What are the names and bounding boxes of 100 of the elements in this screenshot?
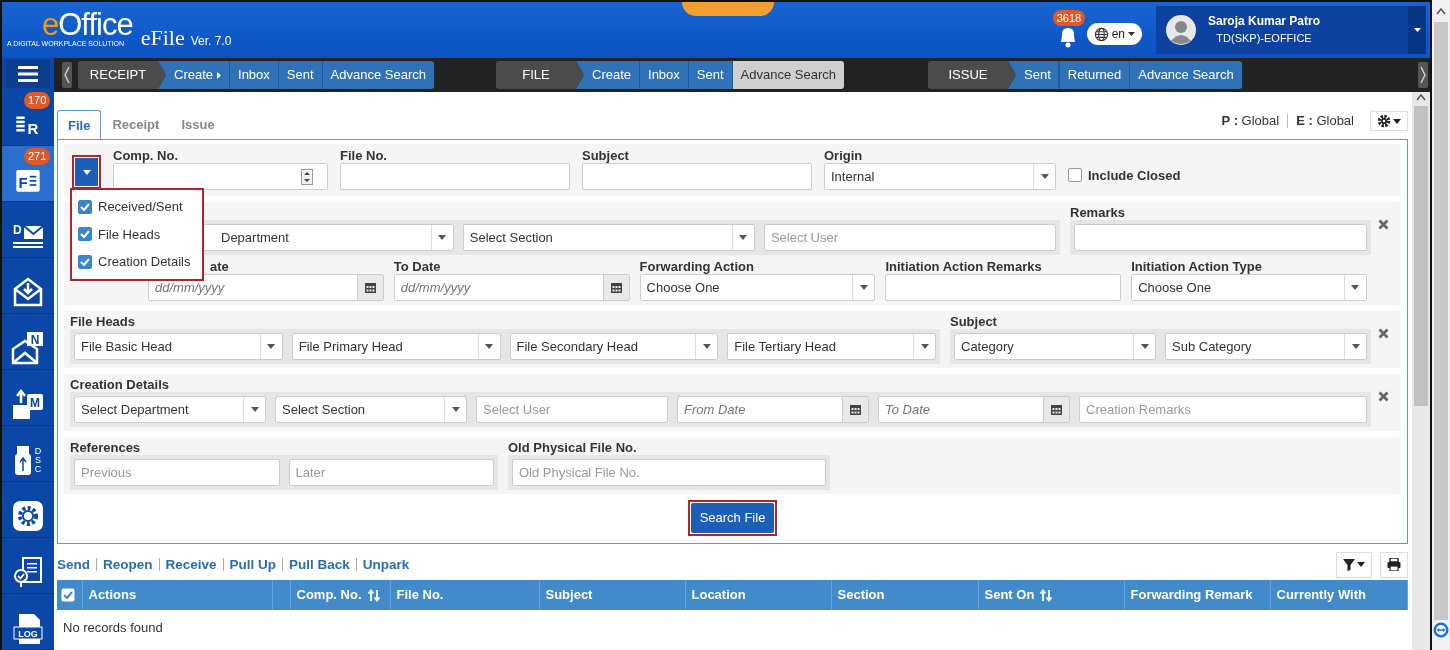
column-header[interactable]: Sent On (978, 579, 1124, 610)
checkbox[interactable] (78, 199, 92, 214)
calendar-icon[interactable] (849, 403, 862, 416)
nav-link[interactable]: Sent (1008, 61, 1059, 89)
nav-link[interactable]: Advance Search (321, 61, 434, 89)
calendar-icon[interactable] (1050, 403, 1063, 416)
input-field[interactable]: Old Physical File No. (512, 459, 826, 486)
date-input[interactable]: dd/mm/yyyy (394, 275, 603, 300)
nav-link[interactable]: Create (158, 61, 230, 89)
date-field[interactable]: dd/mm/yyyy (148, 274, 384, 301)
select-field[interactable]: File Secondary Head (509, 333, 719, 360)
version-label: Ver. 7.0 (190, 33, 232, 50)
select-field[interactable]: File Basic Head (74, 333, 283, 360)
group-label: References (70, 440, 142, 455)
nav-section-title[interactable]: FILE (496, 61, 584, 89)
select-field[interactable]: Select Section (462, 224, 755, 251)
date-field[interactable]: From Date (677, 396, 869, 423)
sort-icon (366, 588, 381, 602)
input-field[interactable] (340, 163, 570, 190)
scrollbar-thumb[interactable] (1414, 106, 1428, 406)
remote-support-icon[interactable] (1433, 622, 1449, 638)
sidebar-item[interactable]: M (2, 370, 54, 426)
scrollbar-thumb[interactable] (1434, 22, 1448, 620)
date-input[interactable]: dd/mm/yyyy (149, 275, 357, 300)
input-field[interactable]: Previous (74, 459, 280, 486)
scroll-right-icon[interactable] (1418, 62, 1428, 88)
sidebar-item[interactable]: D (2, 202, 54, 258)
close-icon[interactable] (1377, 391, 1389, 402)
group-label: Creation Details (70, 377, 170, 392)
number-field[interactable] (113, 163, 328, 190)
input-field[interactable]: Later (288, 459, 494, 486)
menu-item-label[interactable]: File Heads (98, 224, 161, 244)
logo: eOffice (42, 10, 133, 39)
nav-link[interactable]: Inbox (229, 61, 278, 89)
checkbox[interactable] (78, 254, 92, 269)
menu-item-label[interactable]: Creation Details (98, 252, 191, 272)
input-field[interactable]: Select User (763, 224, 1056, 251)
action-link[interactable]: Receive (158, 558, 223, 571)
date-field[interactable]: To Date (878, 396, 1070, 423)
date-field[interactable]: dd/mm/yyyy (393, 274, 630, 301)
nav-link[interactable]: Inbox (639, 61, 688, 89)
select-field[interactable]: Select Department (74, 396, 266, 423)
date-input[interactable]: To Date (879, 397, 1043, 422)
search-button[interactable]: Search File (690, 503, 775, 533)
action-link[interactable]: Unpark (355, 558, 416, 571)
caret-icon[interactable] (1413, 28, 1421, 32)
nav-section-title[interactable]: RECEIPT (78, 61, 166, 89)
column-header[interactable]: Comp. No. (290, 579, 390, 610)
date-input[interactable]: From Date (678, 397, 842, 422)
select-field[interactable]: Choose One (639, 274, 876, 301)
menu-icon[interactable] (18, 66, 38, 82)
sidebar-item[interactable]: N (2, 314, 54, 370)
close-icon[interactable] (1377, 219, 1389, 230)
nav-link[interactable]: Advance Search (1129, 61, 1242, 89)
filter-button[interactable] (1336, 551, 1372, 578)
nav-section-title[interactable]: ISSUE (928, 61, 1016, 89)
sidebar-item[interactable]: DSC (2, 426, 54, 482)
checkbox[interactable] (78, 227, 92, 242)
calendar-icon[interactable] (363, 281, 377, 294)
nav-link[interactable]: Create (576, 61, 640, 89)
checkbox[interactable] (1068, 168, 1082, 183)
tab[interactable]: Issue (170, 108, 226, 139)
nav-link[interactable]: Advance Search (731, 61, 844, 89)
action-link[interactable]: Pull Up (222, 558, 283, 571)
field-label: Origin (824, 148, 864, 163)
nav-link[interactable]: Returned (1058, 61, 1130, 89)
spinner-icon[interactable] (301, 168, 313, 185)
select-field[interactable]: Choose One (1131, 274, 1367, 301)
input-field[interactable] (885, 274, 1122, 301)
settings-button[interactable] (1370, 111, 1408, 131)
input-field[interactable]: Creation Remarks (1079, 396, 1367, 423)
select-field[interactable]: File Tertiary Head (727, 333, 936, 360)
select-field[interactable]: Sub Category (1165, 333, 1367, 360)
nav-link[interactable]: Sent (687, 61, 732, 89)
select-field[interactable]: Category (954, 333, 1156, 360)
input-field[interactable] (1074, 224, 1367, 251)
pull-tab[interactable] (682, 2, 774, 16)
menu-item-label[interactable]: Received/Sent (98, 197, 183, 217)
sidebar-item[interactable]: LOG (2, 594, 54, 650)
select-field[interactable]: Internal (824, 163, 1056, 190)
select-all-checkbox[interactable] (61, 588, 75, 603)
close-icon[interactable] (1377, 328, 1389, 339)
language-selector[interactable]: en (1086, 23, 1142, 45)
group-label: File Heads (70, 314, 137, 329)
sidebar-item[interactable]: F 271 (2, 146, 54, 202)
nav-link[interactable]: Sent (277, 61, 322, 89)
action-link[interactable]: Reopen (96, 558, 159, 571)
select-field[interactable]: File Primary Head (291, 333, 501, 360)
print-button[interactable] (1380, 551, 1408, 578)
scroll-left-icon[interactable] (62, 62, 72, 88)
input-field[interactable]: Select User (476, 396, 668, 423)
action-link[interactable]: Send (57, 558, 96, 571)
user-panel[interactable]: Saroja Kumar Patro TD(SKP)-EOFFICE (1156, 6, 1426, 54)
caret-icon (1393, 118, 1401, 124)
action-link[interactable]: Pull Back (282, 558, 356, 571)
tab[interactable]: Receipt (101, 108, 171, 139)
calendar-icon[interactable] (609, 281, 623, 294)
select-field[interactable]: Select Section (275, 396, 467, 423)
tab[interactable]: File (57, 109, 102, 140)
input-field[interactable] (582, 163, 812, 190)
